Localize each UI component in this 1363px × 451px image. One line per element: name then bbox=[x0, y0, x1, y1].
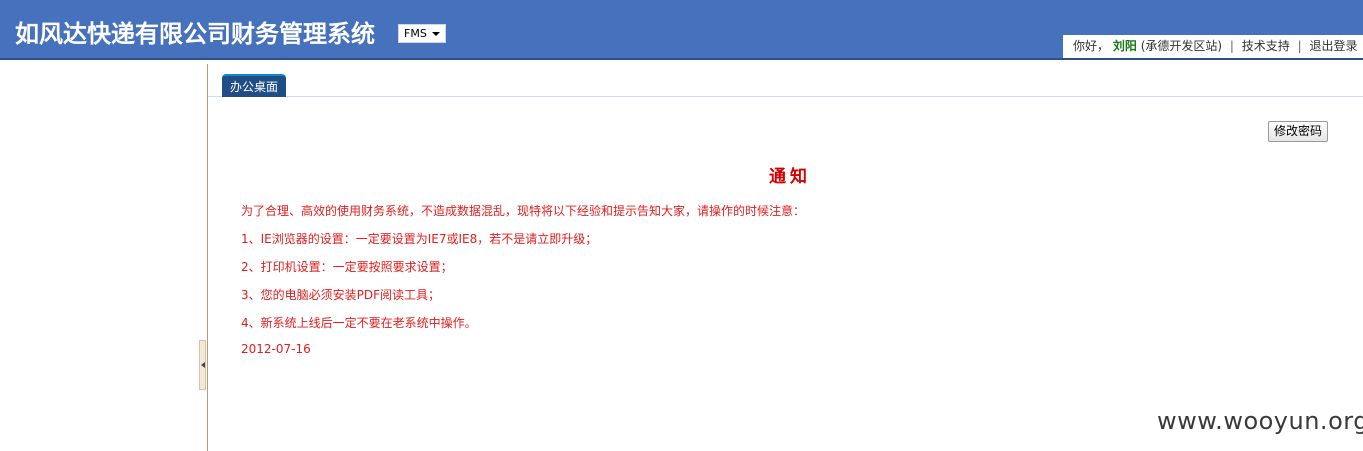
notice-item: 2、打印机设置：一定要按照要求设置； bbox=[241, 260, 453, 274]
chevron-left-icon bbox=[201, 362, 205, 368]
app-title: 如风达快递有限公司财务管理系统 bbox=[15, 20, 375, 48]
notice-item: 4、新系统上线后一定不要在老系统中操作。 bbox=[241, 316, 477, 330]
notice-item: 1、IE浏览器的设置：一定要设置为IE7或IE8，若不是请立即升级； bbox=[241, 232, 598, 246]
logout-link[interactable]: 退出登录 bbox=[1309, 39, 1357, 53]
content-left-border bbox=[207, 64, 208, 451]
sidebar-collapse-handle[interactable] bbox=[199, 340, 206, 390]
notice-item: 3、您的电脑必须安装PDF阅读工具； bbox=[241, 288, 441, 302]
caret-down-icon bbox=[432, 32, 440, 36]
user-name: 刘阳 bbox=[1112, 39, 1137, 53]
change-password-button[interactable]: 修改密码 bbox=[1268, 121, 1328, 142]
user-site: (承德开发区站) bbox=[1140, 39, 1223, 53]
notice-date: 2012-07-16 bbox=[241, 342, 311, 356]
notice-title: 通知 bbox=[769, 167, 811, 187]
tab-bar: 办公桌面 bbox=[208, 64, 1363, 97]
user-bar: 你好， 刘阳 (承德开发区站) | 技术支持 | 退出登录 bbox=[1063, 35, 1363, 58]
separator: | bbox=[1229, 39, 1234, 53]
tab-office-desktop[interactable]: 办公桌面 bbox=[222, 74, 287, 97]
header-divider bbox=[0, 58, 1363, 60]
watermark: www.wooyun.org bbox=[1157, 407, 1363, 435]
system-select-value: FMS bbox=[404, 27, 427, 40]
notice-intro: 为了合理、高效的使用财务系统，不造成数据混乱，现特将以下经验和提示告知大家，请操… bbox=[241, 204, 806, 218]
separator: | bbox=[1297, 39, 1302, 53]
system-select[interactable]: FMS bbox=[398, 24, 446, 43]
greeting-text: 你好， bbox=[1073, 39, 1110, 53]
tech-support-link[interactable]: 技术支持 bbox=[1242, 39, 1290, 53]
